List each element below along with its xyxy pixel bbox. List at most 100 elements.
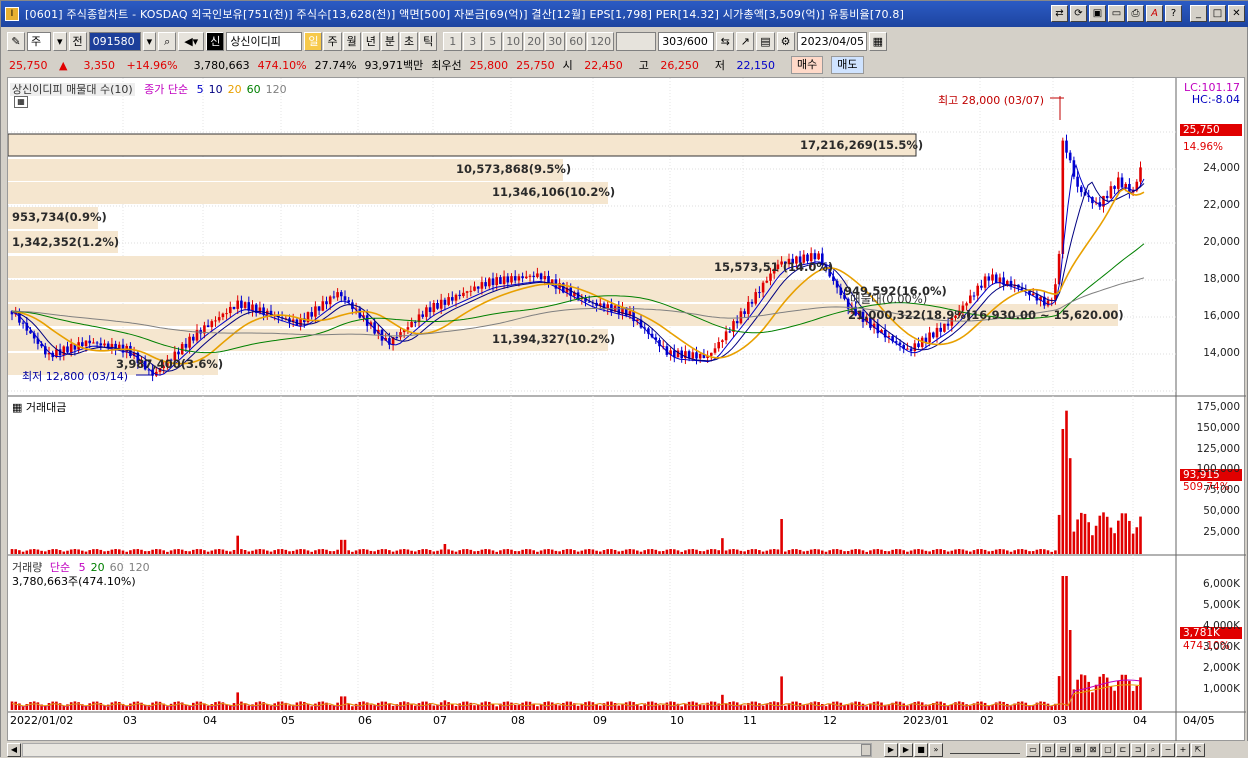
amount-bar (277, 549, 280, 554)
print-icon[interactable]: ⎙ (1127, 5, 1144, 22)
speaker-icon[interactable]: ◀▾ (178, 31, 205, 51)
tool-7-icon[interactable]: ⊏ (1116, 742, 1130, 757)
indicator-icon[interactable]: ↗ (736, 31, 755, 51)
buy-button[interactable]: 매수 (791, 56, 824, 74)
search-icon[interactable]: ⌕ (158, 31, 177, 51)
amount-bar (858, 549, 861, 554)
chart-area[interactable]: 상신이디피 매물대 수(10) 종가 단순 5 10 20 60 120 ▦ LC:10… (7, 77, 1246, 742)
stop-icon[interactable]: ■ (914, 742, 928, 757)
minimize-button[interactable]: _ (1190, 5, 1207, 22)
stock-code-input[interactable]: 091580 (88, 31, 141, 51)
amount-bar (510, 549, 513, 554)
volume-bar (247, 705, 251, 710)
window-icon[interactable]: ▣ (1089, 5, 1106, 22)
amount-axis-tick: 150,000 (1196, 421, 1240, 434)
bottom-scrollbar[interactable]: ◀ ▶ ▶ ■ » ▭ ⊡ ⊟ ⊞ ⊠ ▢ ⊏ ⊐ ⌕ − + ⇱ (1, 741, 1248, 758)
interval-3[interactable]: 3 (463, 31, 483, 51)
amount-bar (332, 551, 336, 554)
timeframe-4[interactable]: 분 (380, 31, 399, 51)
amount-bar (569, 549, 572, 554)
settings-icon[interactable]: ⚙ (776, 31, 795, 51)
ma-120-label: 120 (265, 83, 287, 96)
amount-bar (462, 549, 465, 554)
chart-canvas[interactable] (8, 78, 1246, 742)
interval-5[interactable]: 5 (483, 31, 503, 51)
timeframe-5[interactable]: 초 (399, 31, 419, 51)
tool-4-icon[interactable]: ⊞ (1071, 742, 1085, 757)
amount-bar (684, 550, 687, 554)
amount-bar (1087, 522, 1090, 554)
grid-icon[interactable]: ▦ (14, 96, 28, 108)
price-axis-tick: 16,000 (1203, 310, 1240, 322)
amount-bar (617, 551, 621, 554)
interval-120[interactable]: 120 (587, 31, 615, 51)
amount-bar (351, 551, 354, 554)
scroll-left-icon[interactable]: ◀ (7, 742, 21, 757)
interval-1[interactable]: 1 (443, 31, 463, 51)
save-icon[interactable]: ▤ (756, 31, 775, 51)
period-select[interactable]: 주 (27, 31, 51, 51)
timeframe-3[interactable]: 년 (361, 31, 380, 51)
maximize-button[interactable]: □ (1209, 5, 1226, 22)
compare-icon[interactable]: ⇆ (716, 31, 735, 51)
candle-body (743, 311, 746, 315)
interval-60[interactable]: 60 (566, 31, 587, 51)
sell-button[interactable]: 매도 (831, 56, 864, 74)
interval-10[interactable]: 10 (503, 31, 524, 51)
candle-body (462, 292, 465, 297)
tool-6-icon[interactable]: ▢ (1101, 742, 1115, 757)
fast-forward-icon[interactable]: » (929, 742, 943, 757)
play-icon[interactable]: ▶ (899, 742, 913, 757)
candle-body (513, 276, 517, 281)
tool-2-icon[interactable]: ⊡ (1041, 742, 1055, 757)
tool-3-icon[interactable]: ⊟ (1056, 742, 1070, 757)
timeframe-6[interactable]: 틱 (419, 31, 438, 51)
scroll-track[interactable] (22, 742, 872, 757)
timeframe-0[interactable]: 일 (304, 31, 323, 51)
high-label: 고 26,250 (638, 59, 699, 72)
close-button[interactable]: ✕ (1228, 5, 1245, 22)
ma-10-label: 10 (208, 83, 223, 96)
amount-bar (314, 550, 317, 554)
amount-bar (950, 550, 954, 554)
count-input[interactable]: 303/600 (658, 31, 715, 51)
dropdown-icon[interactable]: ▾ (53, 31, 67, 51)
refresh-icon[interactable]: ⟳ (1070, 5, 1087, 22)
scroll-thumb[interactable] (861, 743, 871, 756)
plus-icon[interactable]: + (1176, 742, 1190, 757)
zoom-icon[interactable]: ⌕ (1146, 742, 1160, 757)
link-icon[interactable]: ⇄ (1051, 5, 1068, 22)
restore-icon[interactable]: ▭ (1108, 5, 1125, 22)
tool-8-icon[interactable]: ⊐ (1131, 742, 1145, 757)
candle-body (813, 253, 817, 260)
candle-body (240, 300, 243, 308)
timeframe-1[interactable]: 주 (323, 31, 342, 51)
candle-body (1061, 140, 1065, 254)
prev-button[interactable]: 전 (68, 31, 87, 51)
amount-bar (994, 549, 998, 554)
code-dropdown-icon[interactable]: ▾ (142, 31, 157, 51)
chart-window: I [0601] 주식종합차트 - KOSDAQ 외국인보유[751(천)] 주… (0, 0, 1248, 758)
amount-bar (898, 549, 902, 554)
amount-bar (1128, 520, 1131, 554)
pin-icon[interactable]: ✎ (7, 31, 25, 51)
expand-icon[interactable]: ⇱ (1191, 742, 1205, 757)
volume-bar (310, 706, 313, 710)
minus-icon[interactable]: − (1161, 742, 1175, 757)
amount-bar (436, 550, 439, 554)
date-input[interactable]: 2023/04/05 (796, 31, 867, 51)
tool-1-icon[interactable]: ▭ (1026, 742, 1040, 757)
help-icon[interactable]: ? (1165, 5, 1182, 22)
interval-20[interactable]: 20 (524, 31, 545, 51)
timeframe-2[interactable]: 월 (342, 31, 361, 51)
interval-30[interactable]: 30 (545, 31, 566, 51)
calendar-icon[interactable]: ▦ (868, 31, 887, 51)
amount-bar (388, 550, 391, 554)
font-icon[interactable]: A (1146, 5, 1163, 22)
stock-name-field[interactable]: 상신이디피 (226, 31, 303, 51)
candle-body (454, 294, 458, 301)
candle-body (410, 321, 413, 328)
zoom-slider[interactable] (950, 746, 1020, 754)
tool-5-icon[interactable]: ⊠ (1086, 742, 1100, 757)
scroll-right-icon[interactable]: ▶ (884, 742, 898, 757)
